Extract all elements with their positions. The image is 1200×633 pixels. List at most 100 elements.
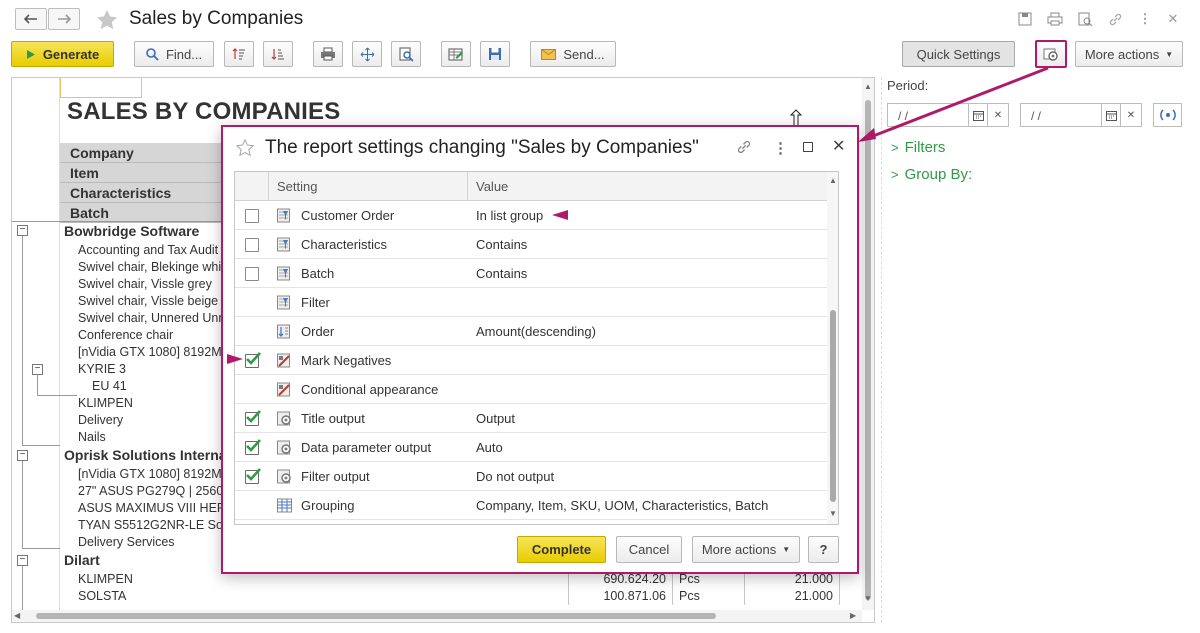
setting-checkbox[interactable] — [245, 439, 261, 455]
settings-row[interactable]: Customer Order In list group — [235, 201, 827, 230]
setting-value[interactable]: Do not output — [476, 469, 554, 484]
collapse-toggle[interactable]: − — [32, 364, 43, 375]
find-button[interactable]: Find... — [134, 41, 214, 67]
horizontal-scrollbar[interactable]: ◀ ▶ — [12, 610, 862, 622]
setting-value[interactable]: Amount(descending) — [476, 324, 596, 339]
gear-icon — [277, 411, 293, 426]
clear-icon: ✕ — [1126, 109, 1136, 121]
close-window-icon[interactable]: ✕ — [1164, 10, 1182, 28]
setting-value[interactable]: Output — [476, 411, 515, 426]
collapse-toggle[interactable]: − — [17, 555, 28, 566]
scrollbar-thumb[interactable] — [830, 310, 836, 502]
sort-descending-button[interactable] — [263, 41, 293, 67]
settings-row[interactable]: Filter — [235, 288, 827, 317]
setting-checkbox[interactable] — [245, 238, 259, 252]
window-title: Sales by Companies — [129, 8, 304, 29]
more-vert-icon[interactable]: ⋮ — [1136, 10, 1154, 28]
more-actions-button[interactable]: More actions ▼ — [692, 536, 800, 563]
floppy-icon — [489, 48, 501, 60]
scroll-down-icon[interactable]: ▼ — [829, 509, 837, 518]
setting-checkbox[interactable] — [245, 209, 259, 223]
close-dialog-icon[interactable]: ✕ — [832, 136, 845, 156]
settings-row[interactable]: Mark Negatives — [235, 346, 827, 375]
scrollbar-thumb[interactable] — [36, 613, 716, 619]
scrollbar-thumb[interactable] — [865, 100, 871, 600]
settings-row[interactable]: Characteristics Contains — [235, 230, 827, 259]
setting-checkbox[interactable] — [245, 410, 261, 426]
setting-name: Customer Order — [301, 208, 395, 223]
collapse-toggle[interactable]: − — [17, 450, 28, 461]
move-button[interactable] — [352, 41, 382, 67]
sort-icon — [277, 324, 293, 339]
star-icon[interactable] — [236, 139, 254, 156]
preview-button[interactable] — [391, 41, 421, 67]
setting-value[interactable]: Company, Item, SKU, UOM, Characteristics… — [476, 498, 768, 513]
setting-checkbox[interactable] — [245, 352, 261, 368]
settings-row[interactable]: Grouping Company, Item, SKU, UOM, Charact… — [235, 491, 827, 520]
settings-row[interactable]: Title output Output — [235, 404, 827, 433]
print-button[interactable] — [313, 41, 343, 67]
link-icon[interactable] — [1106, 10, 1124, 28]
settings-table[interactable]: Setting Value Customer Order In list grou… — [234, 171, 839, 525]
chevron-down-icon: ▼ — [1165, 49, 1174, 59]
star-icon[interactable] — [96, 9, 118, 30]
calendar-button[interactable] — [1101, 103, 1121, 127]
annotation-arrow — [858, 66, 1049, 142]
column-header-value[interactable]: Value — [476, 179, 508, 194]
settings-row[interactable]: Conditional appearance — [235, 375, 827, 404]
scroll-up-icon[interactable]: ▲ — [829, 176, 837, 185]
scroll-down-icon[interactable]: ▼ — [864, 594, 872, 603]
forward-button[interactable] — [48, 8, 80, 30]
calendar-icon — [1105, 110, 1117, 121]
selected-cell — [60, 78, 142, 98]
cancel-button[interactable]: Cancel — [616, 536, 682, 563]
annotation-marker — [552, 210, 568, 220]
settings-row[interactable]: Data parameter output Auto — [235, 433, 827, 462]
more-vert-icon[interactable]: ⋮ — [773, 139, 788, 157]
save-icon[interactable] — [1016, 10, 1034, 28]
period-select-button[interactable] — [1153, 103, 1182, 127]
print-icon[interactable] — [1046, 10, 1064, 28]
back-button[interactable] — [15, 8, 47, 30]
tree-line — [22, 445, 60, 446]
setting-checkbox[interactable] — [245, 267, 259, 281]
clear-date-to-button[interactable]: ✕ — [1120, 103, 1142, 127]
more-actions-button[interactable]: More actions ▼ — [1075, 41, 1183, 67]
settings-row[interactable]: Filter output Do not output — [235, 462, 827, 491]
printer-icon — [321, 47, 335, 61]
checkmark-icon — [246, 352, 261, 365]
scroll-right-icon[interactable]: ▶ — [850, 611, 856, 620]
send-button[interactable]: Send... — [530, 41, 616, 67]
uom-cell: Pcs — [672, 588, 744, 605]
scroll-left-icon[interactable]: ◀ — [14, 611, 20, 620]
preview-icon[interactable] — [1076, 10, 1094, 28]
arrow-left-icon — [24, 14, 37, 24]
vertical-scrollbar[interactable]: ▲ ▼ — [862, 78, 874, 610]
settings-row[interactable]: Batch Contains — [235, 259, 827, 288]
collapse-toggle[interactable]: − — [17, 225, 28, 236]
filter-icon — [277, 266, 293, 281]
setting-checkbox[interactable] — [245, 468, 261, 484]
settings-scrollbar[interactable]: ▲ ▼ — [827, 172, 838, 524]
column-header-setting[interactable]: Setting — [277, 179, 317, 194]
sort-ascending-button[interactable] — [224, 41, 254, 67]
more-actions-label: More actions — [701, 542, 777, 557]
complete-button[interactable]: Complete — [517, 536, 606, 563]
period-icon — [1159, 109, 1176, 121]
maximize-icon[interactable] — [803, 142, 813, 152]
send-label: Send... — [563, 46, 605, 62]
setting-value[interactable]: Contains — [476, 266, 527, 281]
help-button[interactable]: ? — [808, 536, 839, 563]
setting-value[interactable]: In list group — [476, 208, 543, 223]
setting-name: Title output — [301, 411, 365, 426]
generate-button[interactable]: Generate — [11, 41, 114, 67]
settings-row[interactable]: Order Amount(descending) — [235, 317, 827, 346]
group-by-group[interactable]: > Group By: — [891, 166, 972, 183]
setting-name: Order — [301, 324, 335, 339]
setting-value[interactable]: Auto — [476, 440, 503, 455]
setting-value[interactable]: Contains — [476, 237, 527, 252]
save-button[interactable] — [480, 41, 510, 67]
edit-button[interactable] — [441, 41, 471, 67]
find-label: Find... — [165, 46, 203, 62]
link-icon[interactable] — [736, 139, 752, 158]
